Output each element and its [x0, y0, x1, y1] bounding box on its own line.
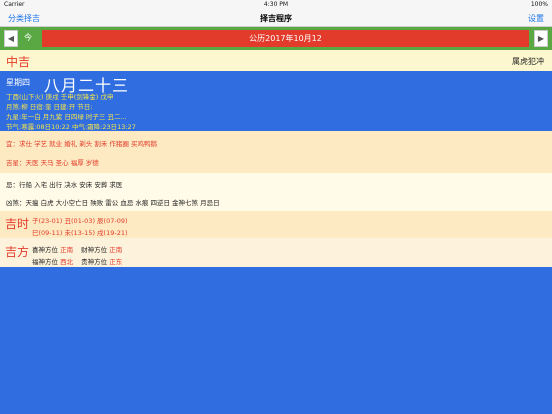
navigation-bar: 分类择吉 择吉程序 设置 [0, 9, 552, 27]
chevron-left-icon: ◀ [7, 34, 15, 43]
auspicious-hours-title: 吉时 [5, 217, 30, 231]
auspicious-hours-row: 子(23-01) 丑(01-03) 辰(07-09) [32, 217, 128, 225]
prev-day-button[interactable]: ◀ [4, 30, 18, 47]
zodiac-conflict: 属虎犯冲 [512, 57, 544, 66]
battery-indicator: 100% [530, 1, 548, 8]
avoid-list: 忌：行船 入宅 出行 决水 安床 安葬 求医 [6, 181, 123, 189]
direction-label: 福神方位 [32, 258, 58, 266]
lunar-info-panel: 星期四 八月二十三 丁酉(山下火) 庚戌 壬申(剑锋金) 戊申 月煞:柳 日宿:… [0, 71, 552, 131]
auspicious-stars-list: 吉星：天医 天马 圣心 福厚 岁德 [6, 159, 99, 167]
direction-label: 喜神方位 [32, 246, 58, 254]
direction-label: 财神方位 [81, 246, 108, 254]
avoid-section: 忌：行船 入宅 出行 决水 安床 安葬 求医 [0, 173, 552, 193]
direction-value: 正南 [60, 246, 74, 254]
suitable-section: 宜：求仕 学艺 就业 婚礼 剃头 割禾 作猪圈 买鸡鸭鹅 [0, 131, 552, 153]
day-rating: 中吉 [6, 55, 31, 69]
direction-row: 喜神方位 正南 财神方位 正南 [32, 244, 122, 254]
page-title: 择吉程序 [260, 14, 292, 23]
direction-value: 西北 [60, 258, 74, 266]
direction-label: 贵神方位 [81, 258, 108, 266]
settings-button[interactable]: 设置 [528, 13, 544, 24]
auspicious-stars-section: 吉星：天医 天马 圣心 福厚 岁德 [0, 153, 552, 173]
inauspicious-list: 凶煞：天瘟 白虎 大小空亡日 殃败 雷公 血忌 水痕 四逆日 金神七煞 月忌日 [6, 199, 220, 207]
auspicious-hours-row: 巳(09-11) 未(13-15) 戌(19-21) [32, 229, 128, 237]
auspicious-directions-title: 吉方 [5, 245, 30, 259]
next-day-button[interactable]: ▶ [534, 30, 548, 47]
inauspicious-section: 凶煞：天瘟 白虎 大小空亡日 殃败 雷公 血忌 水痕 四逆日 金神七煞 月忌日 [0, 193, 552, 211]
weekday-label: 星期四 [6, 78, 30, 87]
day-rating-bar: 中吉 属虎犯冲 [0, 50, 552, 71]
suitable-list: 宜：求仕 学艺 就业 婚礼 剃头 割禾 作猪圈 买鸡鸭鹅 [6, 140, 157, 148]
date-bar: ◀ 今 公历2017年10月12 ▶ [0, 27, 552, 50]
status-bar: Carrier 4:30 PM 100% [0, 0, 552, 9]
star-line: 月煞:柳 日宿:奎 日建:开 节日: [6, 103, 93, 111]
ganzhi-line: 丁酉(山下火) 庚戌 壬申(剑锋金) 戊申 [6, 93, 114, 101]
auspicious-hours-section: 吉时 子(23-01) 丑(01-03) 辰(07-09) 巳(09-11) 未… [0, 211, 552, 238]
auspicious-directions-section: 吉方 喜神方位 正南 财神方位 正南 福神方位 西北 贵神方位 正东 [0, 238, 552, 267]
today-button[interactable]: 今 [24, 32, 32, 43]
status-time: 4:30 PM [263, 1, 289, 8]
solar-term-line: 节气:寒露:08日10:22 中气:霜降:23日13:27 [6, 123, 136, 131]
direction-value: 正南 [109, 246, 123, 254]
date-picker-field[interactable]: 公历2017年10月12 [42, 30, 529, 47]
nine-star-line: 九星:年一白 月九紫 日四绿 时子三 丑二... [6, 113, 127, 121]
direction-row: 福神方位 西北 贵神方位 正东 [32, 256, 122, 266]
chevron-right-icon: ▶ [537, 34, 545, 43]
direction-value: 正东 [109, 258, 123, 266]
